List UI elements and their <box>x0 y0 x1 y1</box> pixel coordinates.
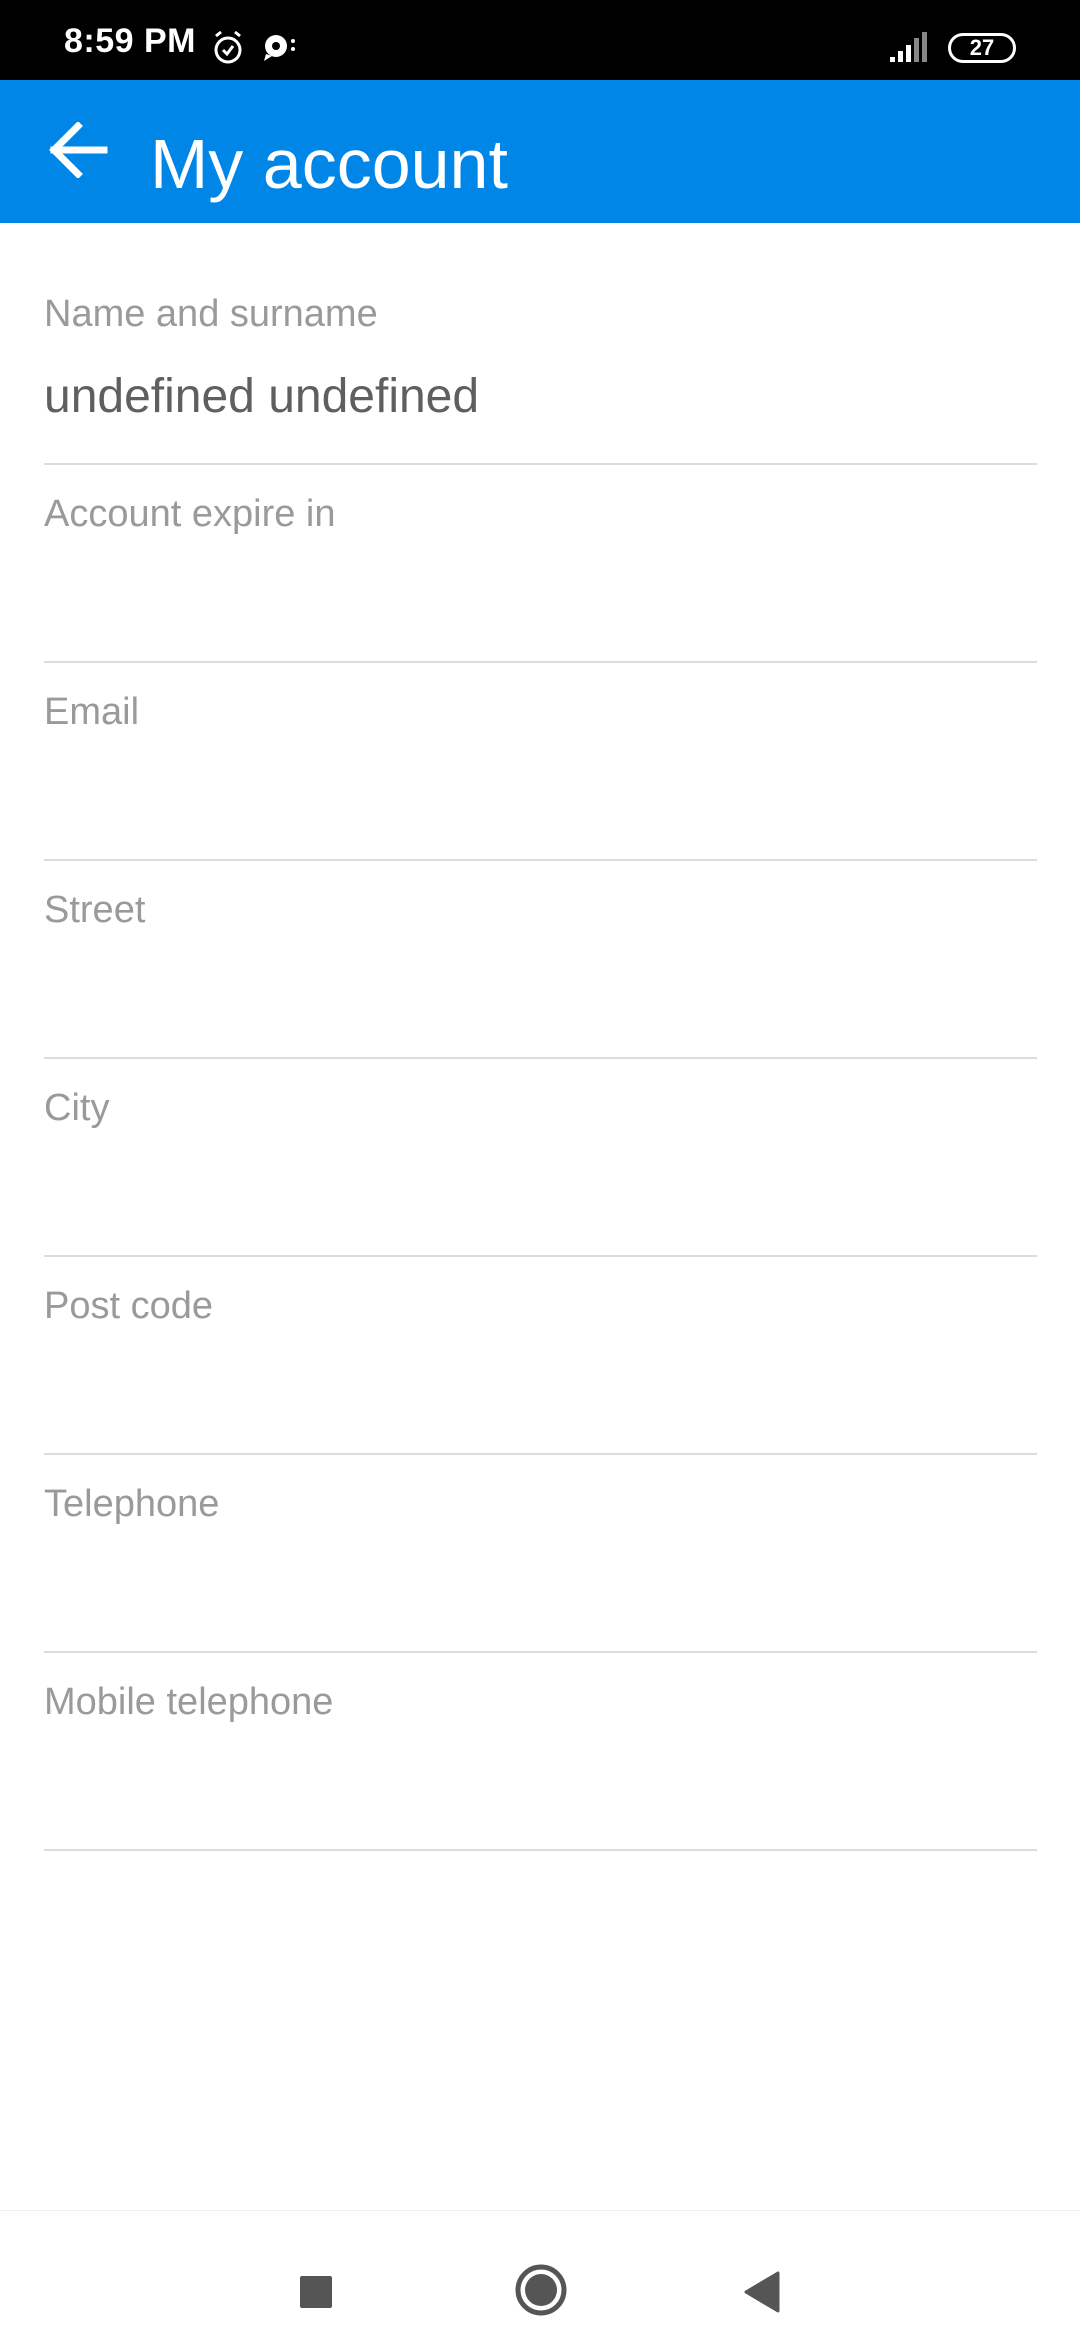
signal-icon <box>890 32 927 62</box>
city-value[interactable] <box>44 1163 1037 1223</box>
name-surname-value[interactable]: undefined undefined <box>44 369 1037 429</box>
battery-icon: 27 <box>948 33 1016 63</box>
page-title: My account <box>150 125 508 203</box>
field-account-expire: Account expire in <box>44 465 1037 663</box>
field-label: Email <box>44 691 140 733</box>
account-form: Name and surname undefined undefined Acc… <box>44 223 1037 1851</box>
post-code-value[interactable] <box>44 1361 1037 1421</box>
field-label: Street <box>44 889 146 931</box>
home-circle-icon[interactable] <box>514 2263 568 2317</box>
status-bar: 8:59 PM 27 <box>0 0 1080 80</box>
field-label: Mobile telephone <box>44 1681 334 1723</box>
field-email: Email <box>44 663 1037 861</box>
field-label: Telephone <box>44 1483 220 1525</box>
screen: 8:59 PM 27 My account Name and surname u… <box>0 0 1080 2340</box>
email-value[interactable] <box>44 767 1037 827</box>
field-city: City <box>44 1059 1037 1257</box>
arrow-left-icon <box>49 122 108 178</box>
field-label: City <box>44 1087 110 1129</box>
field-street: Street <box>44 861 1037 1059</box>
mobile-telephone-value[interactable] <box>44 1757 1037 1817</box>
back-button[interactable] <box>30 102 126 198</box>
field-name-surname: Name and surname undefined undefined <box>44 223 1037 465</box>
back-triangle-icon[interactable] <box>742 2271 782 2313</box>
field-post-code: Post code <box>44 1257 1037 1455</box>
field-label: Account expire in <box>44 493 336 535</box>
chat-bubble-icon <box>264 35 295 61</box>
system-nav-bar <box>0 2210 1080 2340</box>
field-label: Post code <box>44 1285 213 1327</box>
alarm-icon <box>214 30 242 64</box>
account-expire-value[interactable] <box>44 569 1037 629</box>
recents-square-icon[interactable] <box>298 2274 334 2310</box>
field-telephone: Telephone <box>44 1455 1037 1653</box>
field-label: Name and surname <box>44 293 378 335</box>
status-time: 8:59 PM <box>64 22 196 60</box>
app-bar: My account <box>0 80 1080 223</box>
field-mobile-telephone: Mobile telephone <box>44 1653 1037 1851</box>
street-value[interactable] <box>44 965 1037 1025</box>
telephone-value[interactable] <box>44 1559 1037 1619</box>
